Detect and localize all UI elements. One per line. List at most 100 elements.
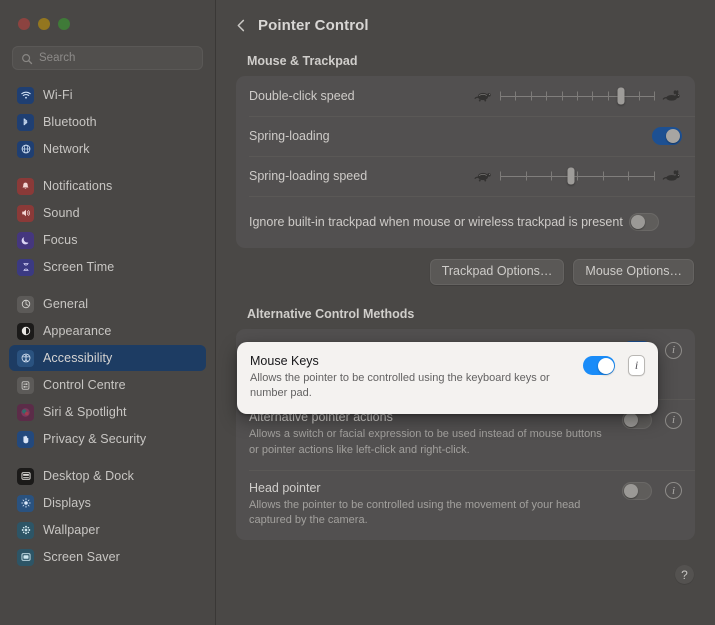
search-input[interactable] [39, 52, 194, 64]
sidebar-item-appearance[interactable]: Appearance [9, 318, 206, 344]
info-icon[interactable]: i [665, 341, 682, 359]
settings-scroll-area: Mouse & Trackpad Double-click speed Spri… [216, 54, 715, 541]
sidebar-item-network[interactable]: Network [9, 136, 206, 162]
toggle-knob [624, 413, 638, 428]
spring-loading-speed-slider[interactable] [473, 167, 682, 185]
sidebar-item-focus[interactable]: Focus [9, 227, 206, 253]
slider-thumb[interactable] [567, 167, 575, 185]
sidebar-item-sound[interactable]: Sound [9, 200, 206, 226]
search-icon [21, 52, 33, 65]
minimize-button[interactable] [38, 18, 50, 30]
ignore-builtin-trackpad-toggle[interactable] [629, 213, 659, 231]
appearance-icon [17, 322, 34, 340]
row-label: Ignore built-in trackpad when mouse or w… [249, 214, 623, 229]
bluetooth-icon [17, 113, 34, 131]
sidebar-item-label: Bluetooth [43, 115, 97, 129]
sidebar-group: General Appearance Accessibility Control… [9, 291, 206, 463]
sidebar-item-displays[interactable]: Displays [9, 490, 206, 516]
toggle-knob [666, 129, 680, 143]
highlight-title: Mouse Keys [250, 354, 319, 368]
sidebar-item-label: Screen Saver [43, 550, 120, 564]
wifi-icon [17, 86, 34, 104]
sidebar-item-privacy-and-security[interactable]: Privacy & Security [9, 426, 206, 452]
sidebar-item-label: Focus [43, 233, 78, 247]
toggle-knob [631, 215, 645, 229]
info-icon[interactable]: i [665, 411, 682, 429]
sidebar-item-label: General [43, 297, 89, 311]
row-label: Spring-loading [249, 128, 330, 143]
sidebar-item-label: Displays [43, 496, 92, 510]
slider-track[interactable] [500, 87, 655, 105]
sidebar-item-accessibility[interactable]: Accessibility [9, 345, 206, 371]
sidebar-item-label: Network [43, 142, 90, 156]
row-label: Double-click speed [249, 88, 355, 103]
info-icon[interactable]: i [665, 482, 682, 500]
sidebar-item-wi-fi[interactable]: Wi-Fi [9, 82, 206, 108]
double-click-speed-slider[interactable] [473, 87, 682, 105]
window-traffic-lights [0, 0, 215, 30]
sidebar-list[interactable]: Wi-Fi Bluetooth Network Notifications So… [0, 82, 215, 622]
control-centre-icon [17, 376, 34, 394]
head-pointer-toggle[interactable] [622, 481, 652, 500]
rabbit-icon [662, 169, 682, 183]
speaker-icon [17, 204, 34, 222]
highlight-text: Mouse Keys Allows the pointer to be cont… [250, 354, 583, 401]
highlighted-card-mouse-keys[interactable]: Mouse Keys Allows the pointer to be cont… [237, 342, 658, 415]
info-icon[interactable]: i [628, 355, 645, 376]
turtle-icon [473, 89, 493, 103]
sidebar-item-desktop-and-dock[interactable]: Desktop & Dock [9, 463, 206, 489]
sidebar-item-label: Siri & Spotlight [43, 405, 127, 419]
sidebar-item-screen-saver[interactable]: Screen Saver [9, 544, 206, 570]
sidebar-item-control-centre[interactable]: Control Centre [9, 372, 206, 398]
slider-track[interactable] [500, 167, 655, 185]
alternative-pointer-actions-toggle[interactable] [622, 411, 652, 430]
sidebar-item-screen-time[interactable]: Screen Time [9, 254, 206, 280]
sidebar-item-label: Wallpaper [43, 523, 100, 537]
display-icon [17, 494, 34, 512]
sidebar-item-siri-and-spotlight[interactable]: Siri & Spotlight [9, 399, 206, 425]
mouse-keys-toggle-highlighted[interactable] [583, 356, 615, 375]
sidebar-item-label: Sound [43, 206, 80, 220]
row-text: Head pointer Allows the pointer to be co… [249, 481, 622, 528]
slider-ticks [500, 91, 655, 101]
row-title: Head pointer [249, 480, 321, 495]
slider-ticks [500, 171, 655, 181]
chevron-left-icon[interactable] [230, 14, 252, 36]
row-controls: i [622, 481, 682, 500]
row-ignore-builtin-trackpad: Ignore built-in trackpad when mouse or w… [236, 196, 695, 248]
trackpad-options-button[interactable]: Trackpad Options… [429, 259, 565, 285]
hourglass-icon [17, 258, 34, 276]
sidebar-item-label: Screen Time [43, 260, 115, 274]
row-spring-loading: Spring-loading [236, 116, 695, 156]
sidebar-item-wallpaper[interactable]: Wallpaper [9, 517, 206, 543]
help-button[interactable]: ? [675, 565, 694, 584]
highlight-subtitle: Allows the pointer to be controlled usin… [250, 372, 550, 400]
accessibility-icon [17, 349, 34, 367]
slider-thumb[interactable] [617, 87, 625, 105]
sidebar-item-general[interactable]: General [9, 291, 206, 317]
options-button-row: Trackpad Options… Mouse Options… [236, 259, 695, 285]
sidebar-item-label: Desktop & Dock [43, 469, 135, 483]
section-heading-mouse-trackpad: Mouse & Trackpad [247, 54, 358, 68]
highlight-controls: i [583, 354, 645, 376]
content-pane: Pointer Control Mouse & Trackpad Double-… [216, 0, 715, 625]
section-heading-alternative-control-methods: Alternative Control Methods [247, 307, 415, 321]
siri-icon [17, 403, 34, 421]
close-button[interactable] [18, 18, 30, 30]
row-head-pointer: Head pointer Allows the pointer to be co… [236, 469, 695, 540]
row-subtitle: Allows a switch or facial expression to … [249, 428, 602, 456]
zoom-button[interactable] [58, 18, 70, 30]
spring-loading-toggle[interactable] [652, 127, 682, 145]
wallpaper-icon [17, 521, 34, 539]
search-field[interactable] [12, 46, 203, 70]
mouse-options-button[interactable]: Mouse Options… [573, 259, 694, 285]
sidebar-item-notifications[interactable]: Notifications [9, 173, 206, 199]
desktop-dock-icon [17, 467, 34, 485]
sidebar-item-label: Notifications [43, 179, 113, 193]
mouse-trackpad-group: Double-click speed Spring-loading Spring… [236, 76, 695, 248]
toggle-knob [624, 483, 638, 498]
row-text: Alternative pointer actions Allows a swi… [249, 410, 622, 457]
sidebar-item-bluetooth[interactable]: Bluetooth [9, 109, 206, 135]
row-spring-loading-speed: Spring-loading speed [236, 156, 695, 196]
sidebar-item-label: Control Centre [43, 378, 126, 392]
